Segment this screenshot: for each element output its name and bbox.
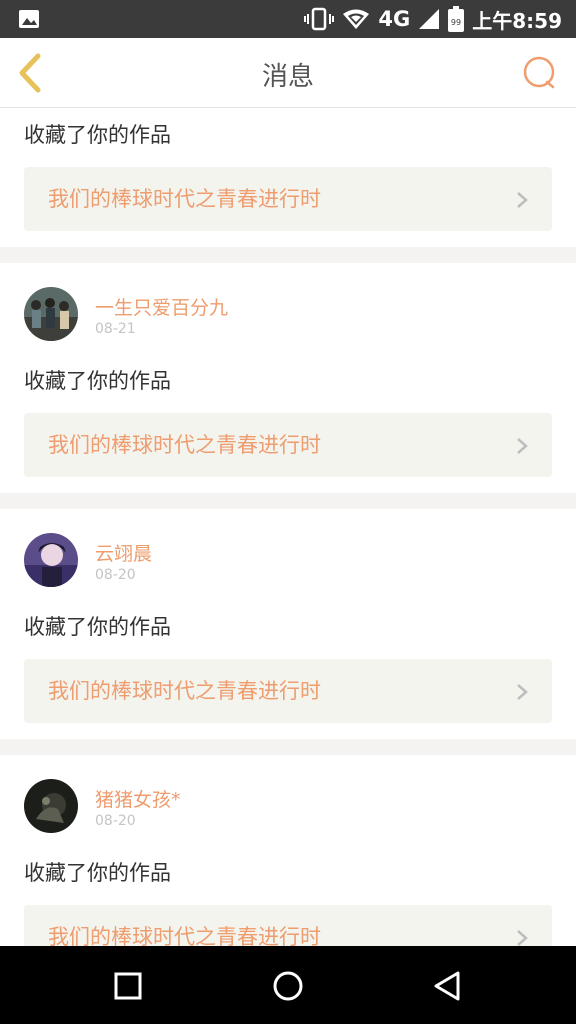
vibrate-icon <box>304 7 335 31</box>
separator <box>0 739 576 755</box>
work-title: 我们的棒球时代之青春进行时 <box>48 925 321 946</box>
work-link[interactable]: 我们的棒球时代之青春进行时 <box>24 905 552 946</box>
separator <box>0 493 576 509</box>
chat-bubble-icon[interactable] <box>522 56 556 90</box>
user-name[interactable]: 云翊晨 <box>95 539 152 566</box>
battery-icon: 99 <box>448 6 465 32</box>
chevron-right-icon <box>517 684 528 700</box>
back-icon[interactable] <box>430 968 466 1004</box>
notification-item: 云翊晨 08-20 收藏了你的作品 我们的棒球时代之青春进行时 <box>0 509 576 739</box>
user-row: 云翊晨 08-20 <box>0 509 576 609</box>
notification-action-text: 收藏了你的作品 <box>24 369 171 393</box>
work-title: 我们的棒球时代之青春进行时 <box>48 679 321 703</box>
user-row: 猪猪女孩* 08-20 <box>0 755 576 855</box>
chevron-right-icon <box>517 930 528 946</box>
app-header: 消息 <box>0 38 576 108</box>
avatar[interactable] <box>24 779 78 833</box>
network-type-label: 4G <box>378 7 411 31</box>
separator <box>0 247 576 263</box>
system-nav-bar <box>0 946 576 1024</box>
work-link[interactable]: 我们的棒球时代之青春进行时 <box>24 659 552 723</box>
signal-icon <box>419 9 440 29</box>
notification-action-text: 收藏了你的作品 <box>24 861 171 885</box>
notification-action-text: 收藏了你的作品 <box>24 123 171 147</box>
work-title: 我们的棒球时代之青春进行时 <box>48 433 321 457</box>
work-link[interactable]: 我们的棒球时代之青春进行时 <box>24 167 552 231</box>
chevron-right-icon <box>517 192 528 208</box>
notification-date: 08-21 <box>95 321 136 337</box>
notification-date: 08-20 <box>95 567 136 583</box>
battery-level-label: 99 <box>451 18 461 27</box>
gallery-icon <box>19 10 39 28</box>
page-title: 消息 <box>261 62 314 92</box>
notification-date: 08-20 <box>95 813 136 829</box>
avatar[interactable] <box>24 287 78 341</box>
notification-list[interactable]: 收藏了你的作品 我们的棒球时代之青春进行时 一生只爱百分九 08-21 收藏了你… <box>0 108 576 946</box>
notification-item: 一生只爱百分九 08-21 收藏了你的作品 我们的棒球时代之青春进行时 <box>0 263 576 493</box>
user-row: 一生只爱百分九 08-21 <box>0 263 576 363</box>
avatar[interactable] <box>24 533 78 587</box>
notification-item: 猪猪女孩* 08-20 收藏了你的作品 我们的棒球时代之青春进行时 <box>0 755 576 946</box>
status-bar: 4G 99 上午8:59 <box>0 0 576 38</box>
work-link[interactable]: 我们的棒球时代之青春进行时 <box>24 413 552 477</box>
recents-icon[interactable] <box>110 968 146 1004</box>
wifi-icon <box>343 9 370 29</box>
work-title: 我们的棒球时代之青春进行时 <box>48 187 321 211</box>
notification-item: 收藏了你的作品 我们的棒球时代之青春进行时 <box>0 117 576 247</box>
clock-label: 上午8:59 <box>472 8 562 33</box>
notification-action-text: 收藏了你的作品 <box>24 615 171 639</box>
chevron-right-icon <box>517 438 528 454</box>
home-icon[interactable] <box>270 968 306 1004</box>
user-name[interactable]: 猪猪女孩* <box>95 785 181 812</box>
user-name[interactable]: 一生只爱百分九 <box>95 293 228 320</box>
